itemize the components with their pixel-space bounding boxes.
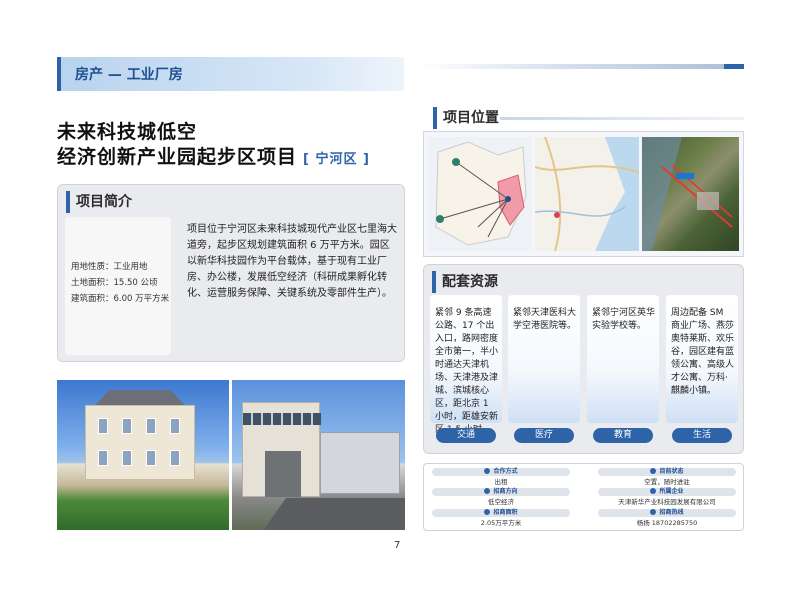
traffic-button[interactable]: 交通 <box>436 428 496 443</box>
project-title-line2: 经济创新产业园起步区项目 [ 宁河区 ] <box>57 142 370 169</box>
building-icon <box>650 488 657 494</box>
info-value-area: 2.05万平方米 <box>480 519 522 527</box>
project-title-text: 经济创新产业园起步区项目 <box>57 146 298 168</box>
info-label-company: 所属企业 <box>598 488 736 496</box>
region-map-graphic <box>428 137 532 251</box>
resource-card-traffic: 紧邻 9 条高速公路、17 个出入口，路网密度全市第一，半小时通达天津机场、天津… <box>430 295 502 435</box>
location-rule <box>500 117 744 120</box>
land-area: 土地面积：15.50 公顷 <box>71 278 158 288</box>
villa-photo <box>57 380 229 530</box>
satellite-map <box>642 137 739 251</box>
status-icon <box>650 468 657 474</box>
district-tag: [ 宁河区 ] <box>303 152 370 167</box>
section-title: 房产 — 工业厂房 <box>75 67 183 83</box>
land-use: 用地性质：工业用地 <box>71 262 148 272</box>
info-value-direction: 低空经济 <box>488 498 514 506</box>
education-button[interactable]: 教育 <box>593 428 653 443</box>
location-heading: 项目位置 <box>433 107 499 129</box>
info-label-cooperation: 合作方式 <box>432 468 570 476</box>
district-map-graphic <box>535 137 639 251</box>
resources-panel: 配套资源 紧邻 9 条高速公路、17 个出入口，路网密度全市第一，半小时通达天津… <box>423 264 744 454</box>
top-rule <box>418 64 744 69</box>
area-icon <box>484 509 491 515</box>
info-value-status: 空置，随时进驻 <box>644 478 690 486</box>
page-number: 7 <box>394 540 401 551</box>
info-label-direction: 招商方向 <box>432 488 570 496</box>
project-title-line1: 未来科技城低空 <box>57 121 198 143</box>
factory-photo <box>232 380 405 530</box>
resource-card-education: 紧邻宁河区英华实验学校等。 <box>587 295 659 423</box>
location-maps <box>423 131 744 257</box>
info-value-hotline[interactable]: 杨扬 18702285750 <box>598 519 736 527</box>
building-area: 建筑面积：6.00 万平方米 <box>71 294 170 304</box>
intro-panel: 项目简介 用地性质：工业用地 土地面积：15.50 公顷 建筑面积：6.00 万… <box>57 184 405 362</box>
info-value-cooperation: 出租 <box>494 478 508 486</box>
info-label-hotline: 招商热线 <box>598 509 736 517</box>
medical-button[interactable]: 医疗 <box>514 428 574 443</box>
intro-heading: 项目简介 <box>66 191 132 213</box>
intro-meta: 用地性质：工业用地 土地面积：15.50 公顷 建筑面积：6.00 万平方米 <box>65 217 171 355</box>
info-value-company: 天津新华产业科技园发展有限公司 <box>618 498 716 506</box>
life-button[interactable]: 生活 <box>672 428 732 443</box>
info-label-area: 招商面积 <box>432 509 570 517</box>
target-icon <box>484 488 491 494</box>
resource-card-life: 周边配备 SM 商业广场、燕莎奥特莱斯、欢乐谷，园区建有蓝领公寓、高级人才公寓、… <box>666 295 738 423</box>
region-map <box>428 137 532 251</box>
info-label-status: 目前状态 <box>598 468 736 476</box>
phone-icon <box>650 509 657 515</box>
district-map <box>535 137 639 251</box>
satellite-map-graphic <box>642 137 733 251</box>
intro-description: 项目位于宁河区未来科技城现代产业区七里海大道旁，起步区规划建筑面积 6 万平方米… <box>187 224 397 299</box>
section-banner: 房产 — 工业厂房 <box>57 57 404 91</box>
resource-card-medical: 紧邻天津医科大学空港医院等。 <box>508 295 580 423</box>
handshake-icon <box>484 468 491 474</box>
info-table: 合作方式 出租 目前状态 空置，随时进驻 招商方向 低空经济 所属企业 天津新华… <box>423 463 744 531</box>
resources-heading: 配套资源 <box>432 271 498 293</box>
